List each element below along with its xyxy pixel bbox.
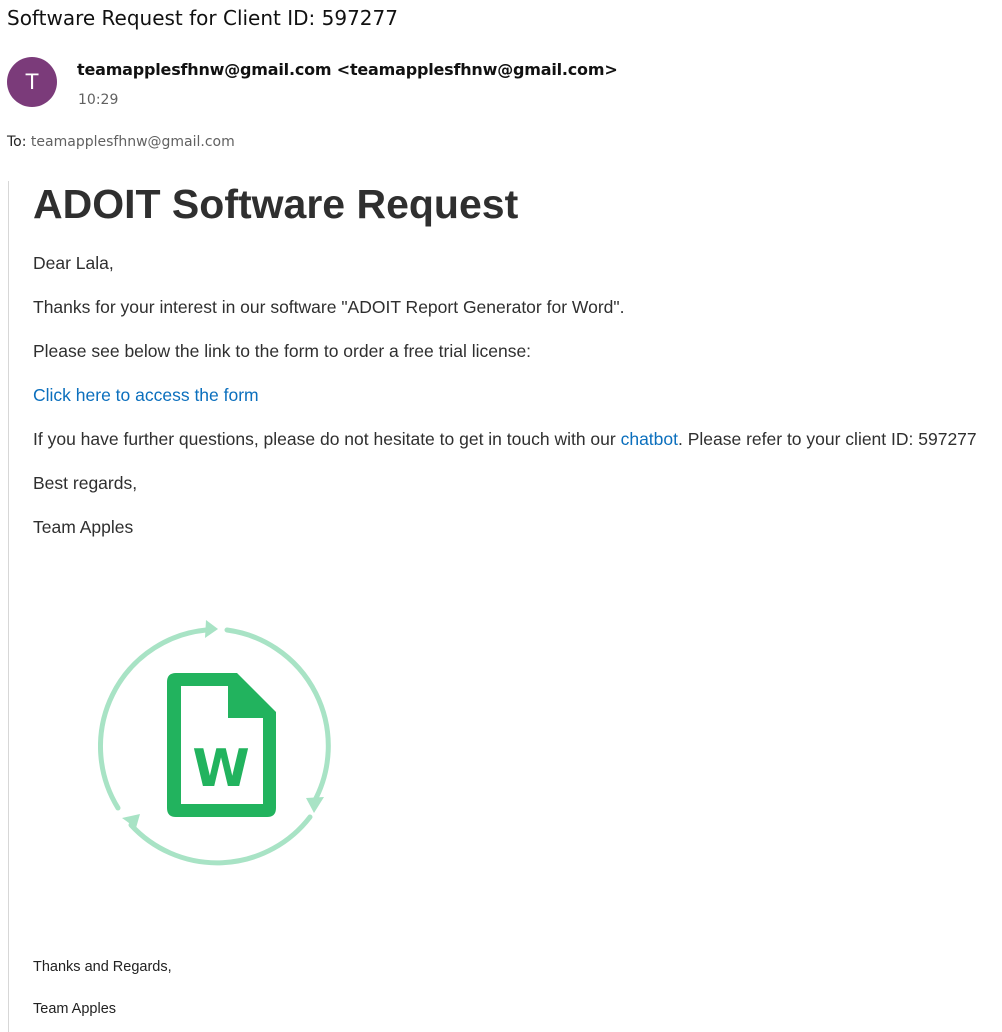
questions-text-after: . Please refer to your client ID: 597277 — [678, 429, 977, 449]
greeting-text: Dear Lala, — [33, 253, 114, 273]
recipient-row: To: teamapplesfhnw@gmail.com — [7, 132, 235, 152]
form-link-row: Click here to access the form — [33, 384, 259, 406]
signature-text: Team Apples — [33, 517, 134, 537]
email-subject: Software Request for Client ID: 597277 — [7, 6, 398, 30]
recipient-address[interactable]: teamapplesfhnw@gmail.com — [31, 134, 235, 150]
interest-text: Thanks for your interest in our software… — [33, 297, 625, 317]
to-label: To: — [7, 134, 27, 150]
sent-time: 10:29 — [78, 92, 119, 108]
logo-letter: W — [192, 739, 249, 799]
sender-address[interactable]: teamapplesfhnw@gmail.com <teamapplesfhnw… — [77, 59, 618, 81]
word-document-sync-icon: W — [98, 620, 331, 866]
questions-text-before: If you have further questions, please do… — [33, 429, 621, 449]
closing-text: Best regards, — [33, 473, 138, 493]
footer-signature-text: Team Apples — [33, 1001, 117, 1017]
message-heading: ADOIT Software Request — [33, 181, 519, 227]
form-intro-text: Please see below the link to the form to… — [33, 341, 532, 361]
chatbot-link[interactable]: chatbot — [621, 429, 678, 449]
questions-text: If you have further questions, please do… — [33, 428, 977, 450]
footer-closing-text: Thanks and Regards, — [33, 959, 172, 975]
message-body-rule — [8, 181, 9, 1032]
sender-avatar[interactable]: T — [7, 57, 57, 107]
form-link[interactable]: Click here to access the form — [33, 385, 259, 405]
